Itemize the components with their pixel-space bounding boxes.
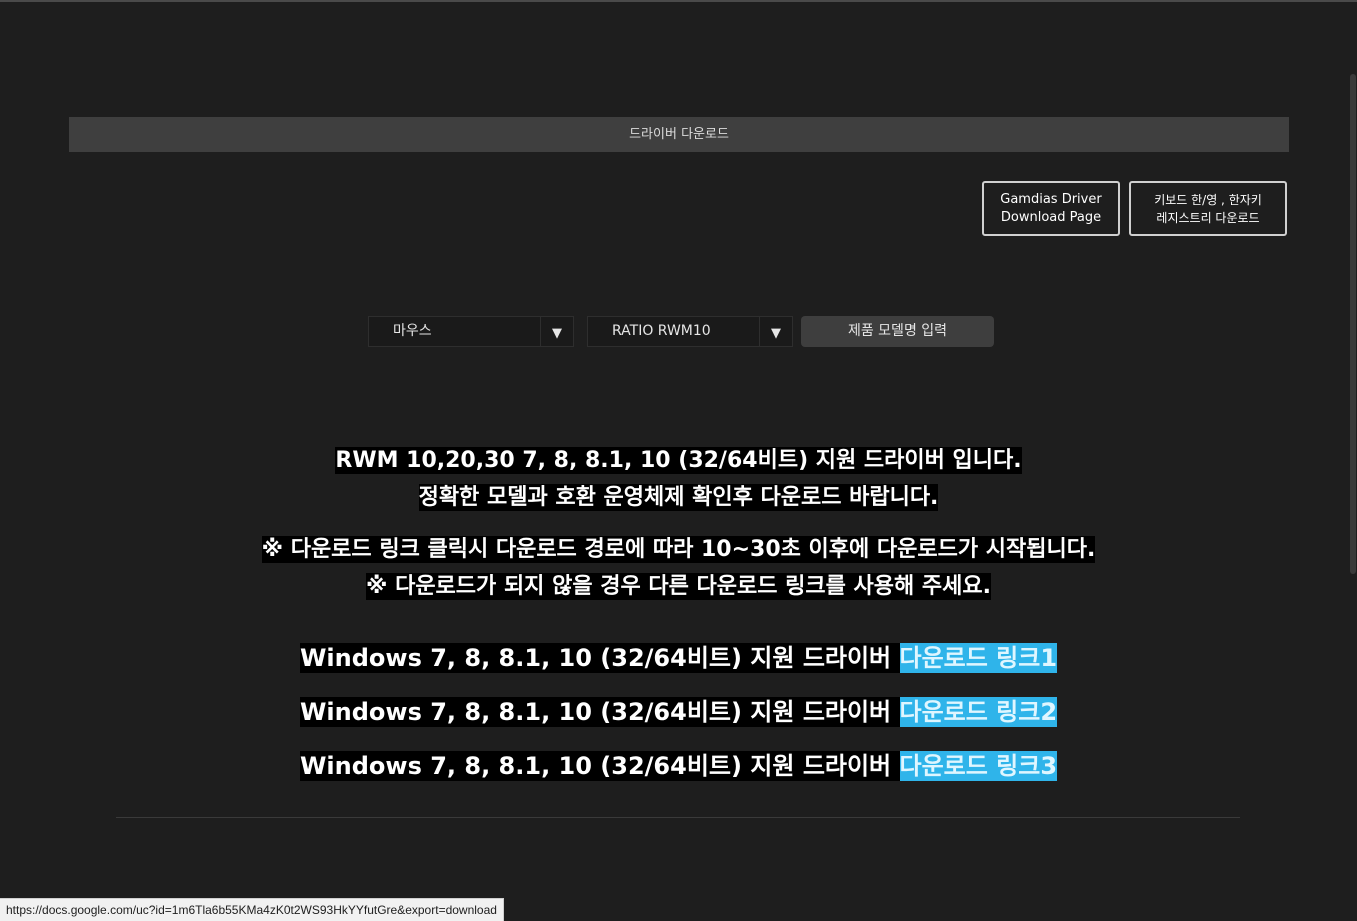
registry-download-button[interactable]: 키보드 한/영 , 한자키 레지스트리 다운로드: [1129, 181, 1287, 236]
page-title: 드라이버 다운로드: [69, 117, 1289, 152]
notice-line-4: ※ 다운로드가 되지 않을 경우 다른 다운로드 링크를 사용해 주세요.: [366, 573, 991, 600]
download-row: Windows 7, 8, 8.1, 10 (32/64비트) 지원 드라이버 …: [0, 640, 1357, 676]
window-top-border: [0, 0, 1357, 2]
category-select-value: 마우스: [393, 323, 432, 339]
download-link-2[interactable]: 다운로드 링크2: [899, 697, 1058, 727]
gamdias-download-button[interactable]: Gamdias Driver Download Page: [982, 181, 1120, 236]
download-link-3[interactable]: 다운로드 링크3: [899, 751, 1058, 781]
chevron-down-icon[interactable]: ▼: [759, 317, 792, 346]
download-row-label: Windows 7, 8, 8.1, 10 (32/64비트) 지원 드라이버: [299, 751, 900, 781]
model-input-button[interactable]: 제품 모델명 입력: [801, 316, 994, 347]
category-select[interactable]: 마우스 ▼: [368, 316, 574, 347]
status-bar-url: https://docs.google.com/uc?id=1m6Tla6b55…: [0, 898, 504, 921]
download-link-1[interactable]: 다운로드 링크1: [899, 643, 1058, 673]
model-select-value: RATIO RWM10: [612, 323, 711, 339]
content-divider: [116, 817, 1240, 818]
chevron-down-icon[interactable]: ▼: [540, 317, 573, 346]
download-row: Windows 7, 8, 8.1, 10 (32/64비트) 지원 드라이버 …: [0, 694, 1357, 730]
driver-notice: RWM 10,20,30 7, 8, 8.1, 10 (32/64비트) 지원 …: [0, 443, 1357, 517]
notice-line-3: ※ 다운로드 링크 클릭시 다운로드 경로에 따라 10~30초 이후에 다운로…: [261, 536, 1096, 563]
model-select[interactable]: RATIO RWM10 ▼: [587, 316, 793, 347]
download-row-label: Windows 7, 8, 8.1, 10 (32/64비트) 지원 드라이버: [299, 643, 900, 673]
notice-line-1: RWM 10,20,30 7, 8, 8.1, 10 (32/64비트) 지원 …: [335, 447, 1022, 474]
download-row-label: Windows 7, 8, 8.1, 10 (32/64비트) 지원 드라이버: [299, 697, 900, 727]
download-row: Windows 7, 8, 8.1, 10 (32/64비트) 지원 드라이버 …: [0, 748, 1357, 784]
notice-line-2: 정확한 모델과 호환 운영체제 확인후 다운로드 바랍니다.: [418, 484, 939, 511]
download-notice: ※ 다운로드 링크 클릭시 다운로드 경로에 따라 10~30초 이후에 다운로…: [0, 532, 1357, 606]
